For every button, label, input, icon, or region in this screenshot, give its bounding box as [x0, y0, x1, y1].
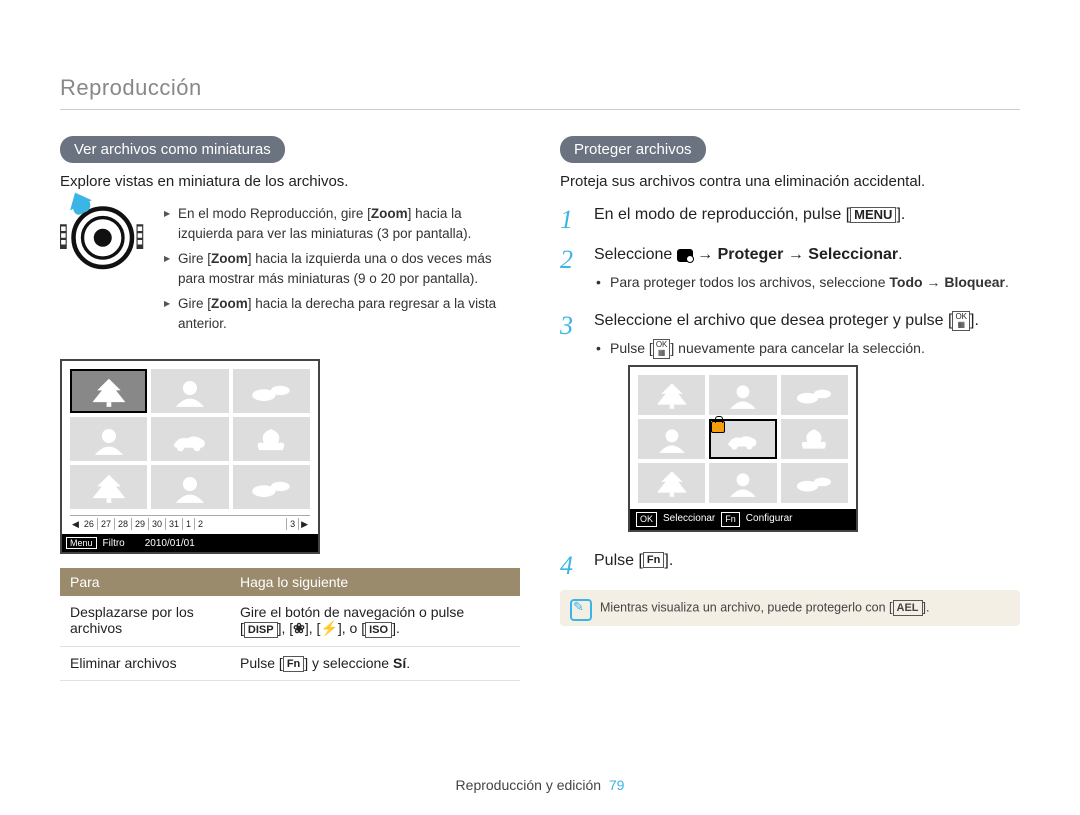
left-column: Ver archivos como miniaturas Explore vis… [60, 136, 520, 681]
thumb [151, 465, 228, 509]
step-1: En el modo de reproducción, pulse [MENU]… [560, 204, 1020, 226]
protect-status-bar: OK Seleccionar Fn Configurar [630, 509, 856, 530]
film-seg: 29 [132, 518, 149, 530]
thumb [781, 419, 848, 459]
fn-icon: Fn [721, 512, 740, 527]
dial-icon [60, 204, 150, 272]
film-seg: 1 [183, 518, 195, 530]
zoom-dial-illustration [60, 204, 150, 272]
film-seg: 28 [115, 518, 132, 530]
steps-list: En el modo de reproducción, pulse [MENU]… [560, 204, 1020, 572]
thumbnail-screen: ◀ 26 27 28 29 30 31 1 2 3 ▶ Menu Filtro … [60, 359, 320, 554]
fn-key-icon: Fn [643, 552, 664, 568]
thumb [233, 369, 310, 413]
step-2: Seleccione → Proteger → Seleccionar. Par… [560, 244, 1020, 292]
thumb [638, 419, 705, 459]
disp-key-icon: DISP [244, 622, 278, 638]
lock-icon [711, 421, 725, 433]
bullet-2: Gire [Zoom] hacia la izquierda una o dos… [164, 249, 520, 288]
thumb [70, 417, 147, 461]
thumbnail-grid [70, 369, 310, 509]
step-3: Seleccione el archivo que desea proteger… [560, 310, 1020, 531]
ok-key-icon: OK▦ [952, 311, 970, 331]
screen-status-bar: Menu Filtro 2010/01/01 [62, 534, 318, 552]
section-pill-thumbnails: Ver archivos como miniaturas [60, 136, 285, 163]
thumb-selected [70, 369, 147, 413]
cell-howto: Pulse [Fn] y seleccione Sí. [230, 646, 520, 680]
intro-protect: Proteja sus archivos contra una eliminac… [560, 173, 1020, 190]
thumb [151, 417, 228, 461]
thumb [151, 369, 228, 413]
film-seg: 30 [149, 518, 166, 530]
thumb-protected-selected [709, 419, 776, 459]
bullet-3: Gire [Zoom] hacia la derecha para regres… [164, 294, 520, 333]
page-header: Reproducción [60, 75, 1020, 110]
protect-grid [638, 375, 848, 503]
ael-key-icon: AEL [893, 600, 923, 616]
film-seg: 27 [98, 518, 115, 530]
prev-icon: ◀ [70, 519, 81, 530]
th-para: Para [60, 568, 230, 596]
protect-screen: OK Seleccionar Fn Configurar [628, 365, 858, 532]
table-row: Desplazarse por los archivos Gire el bot… [60, 596, 520, 646]
step-4: Pulse [Fn]. [560, 550, 1020, 572]
next-icon: ▶ [299, 519, 310, 530]
film-seg: 2 [195, 518, 287, 530]
ok-key-icon: OK▦ [653, 339, 671, 359]
cell-action: Desplazarse por los archivos [60, 596, 230, 646]
bullet-1: En el modo Reproducción, gire [Zoom] hac… [164, 204, 520, 243]
thumb [781, 463, 848, 503]
intro-thumbnails: Explore vistas en miniatura de los archi… [60, 173, 520, 190]
status-filter: Filtro [103, 538, 125, 549]
status-select: Seleccionar [663, 512, 715, 527]
flash-icon: ⚡ [320, 620, 337, 636]
status-date: 2010/01/01 [145, 538, 195, 549]
status-configure: Configurar [746, 512, 793, 527]
playback-settings-icon [677, 249, 693, 262]
fn-key-icon: Fn [283, 656, 304, 672]
cell-action: Eliminar archivos [60, 646, 230, 680]
filmstrip: ◀ 26 27 28 29 30 31 1 2 3 ▶ [70, 515, 310, 530]
th-do: Haga lo siguiente [230, 568, 520, 596]
cell-howto: Gire el botón de navegación o pulse [DIS… [230, 596, 520, 646]
film-seg: 26 [81, 518, 98, 530]
thumb [638, 375, 705, 415]
thumb [233, 417, 310, 461]
step-2-sub: Para proteger todos los archivos, selecc… [594, 273, 1020, 293]
content-columns: Ver archivos como miniaturas Explore vis… [60, 136, 1020, 681]
film-seg: 3 [287, 518, 299, 530]
thumb [709, 463, 776, 503]
film-seg: 31 [166, 518, 183, 530]
section-pill-protect: Proteger archivos [560, 136, 706, 163]
menu-key-icon: MENU [850, 207, 896, 223]
step-3-sub: Pulse [OK▦] nuevamente para cancelar la … [594, 339, 1020, 359]
zoom-bullets: En el modo Reproducción, gire [Zoom] hac… [164, 204, 520, 339]
thumb [709, 375, 776, 415]
rotate-arrow-icon [64, 188, 92, 211]
page-footer: Reproducción y edición 79 [0, 777, 1080, 793]
macro-icon: ❀ [293, 620, 305, 636]
thumb [233, 465, 310, 509]
page-number: 79 [609, 777, 625, 793]
thumb [638, 463, 705, 503]
iso-key-icon: ISO [365, 622, 392, 638]
right-column: Proteger archivos Proteja sus archivos c… [560, 136, 1020, 681]
instructions-table: Para Haga lo siguiente Desplazarse por l… [60, 568, 520, 681]
table-row: Eliminar archivos Pulse [Fn] y seleccion… [60, 646, 520, 680]
thumb [70, 465, 147, 509]
thumb [781, 375, 848, 415]
note-box: Mientras visualiza un archivo, puede pro… [560, 590, 1020, 626]
ok-icon: OK [636, 512, 657, 527]
zoom-instructions: En el modo Reproducción, gire [Zoom] hac… [60, 204, 520, 339]
menu-icon: Menu [66, 537, 97, 549]
